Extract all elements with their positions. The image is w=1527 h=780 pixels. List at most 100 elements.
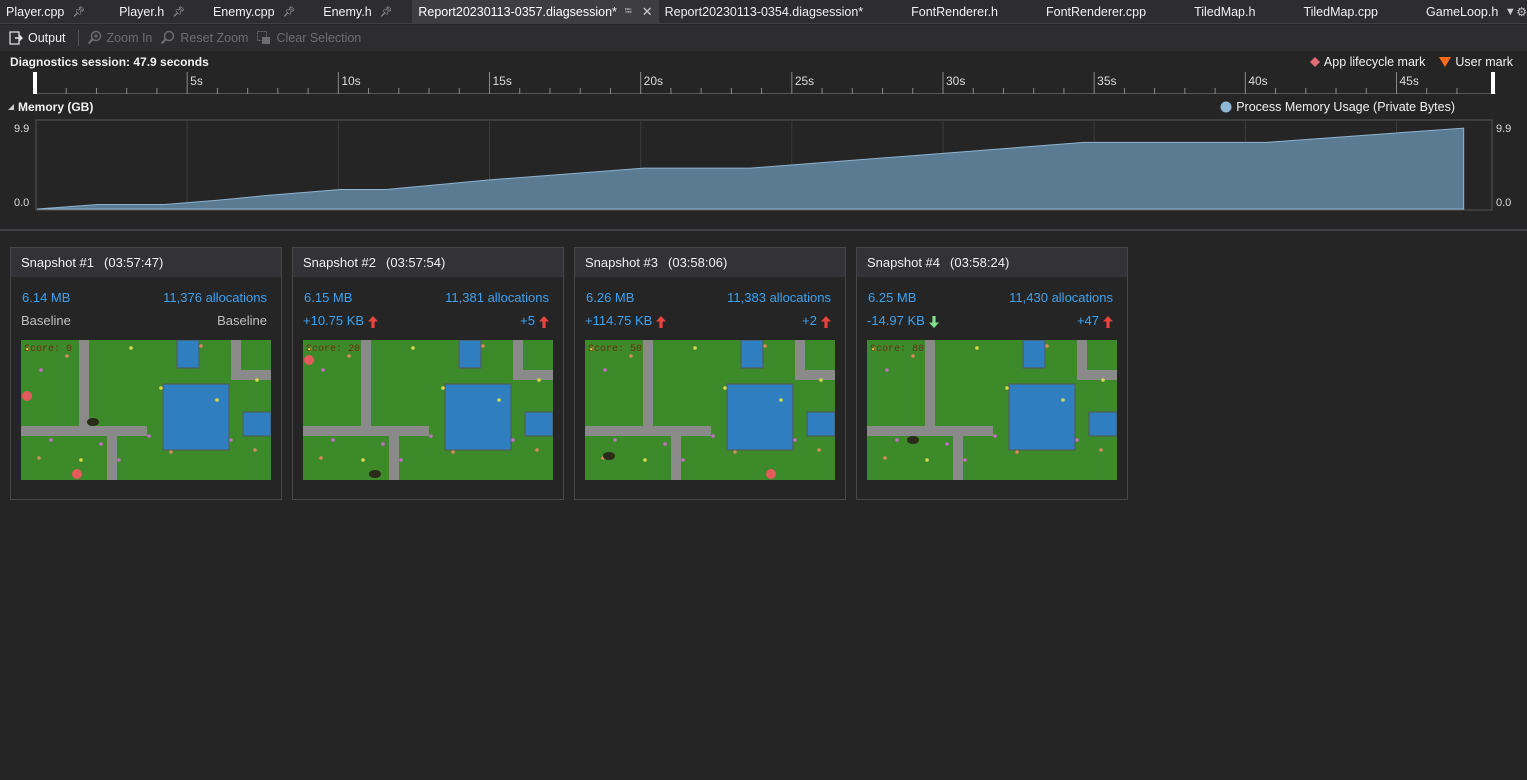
tab-report-0357[interactable]: Report20230113-0357.diagsession* ⭾ ✕ bbox=[412, 0, 659, 24]
tab-label: Report20230113-0357.diagsession* bbox=[418, 5, 617, 19]
heap-size-link[interactable]: 6.14 MB bbox=[21, 290, 70, 305]
ruler-start-handle[interactable] bbox=[33, 72, 37, 94]
size-delta[interactable]: -14.97 KB bbox=[867, 313, 939, 328]
pin-icon[interactable]: 📌︎ bbox=[172, 7, 185, 18]
flower-sprite bbox=[253, 448, 257, 452]
allocations-link[interactable]: 11,381 allocations bbox=[445, 290, 549, 305]
game-screenshot: Score: 80 bbox=[867, 340, 1117, 480]
user-mark-icon bbox=[1439, 57, 1452, 67]
flower-sprite bbox=[79, 458, 83, 462]
snapshot-thumbnail[interactable]: Score: 50 bbox=[585, 340, 835, 480]
alloc-delta-label: +2 bbox=[802, 313, 817, 328]
snapshot-header: Snapshot #2 (03:57:54) bbox=[293, 248, 563, 277]
snapshot-card[interactable]: Snapshot #2 (03:57:54) 6.15 MB 11,381 al… bbox=[292, 247, 564, 500]
tab-fontrenderer-h[interactable]: FontRenderer.h bbox=[905, 0, 1004, 24]
tab-fontrenderer-cpp[interactable]: FontRenderer.cpp bbox=[1040, 0, 1152, 24]
snapshot-totals: 6.15 MB 11,381 allocations bbox=[303, 290, 549, 305]
flower-sprite bbox=[199, 344, 203, 348]
ruler-tick-label: 40s bbox=[1248, 74, 1267, 88]
heap-size-link[interactable]: 6.25 MB bbox=[867, 290, 916, 305]
snapshot-title: Snapshot #3 bbox=[585, 255, 659, 270]
flower-sprite bbox=[819, 378, 823, 382]
tab-gameloop-h[interactable]: GameLoop.h bbox=[1420, 0, 1504, 24]
alloc-delta-up-arrow-icon bbox=[821, 315, 831, 328]
ruler-tick-label: 25s bbox=[795, 74, 814, 88]
snapshot-card[interactable]: Snapshot #1 (03:57:47) 6.14 MB 11,376 al… bbox=[10, 247, 282, 500]
memory-chart[interactable]: 9.9 0.0 9.9 0.0 bbox=[0, 118, 1527, 214]
ruler-end-handle[interactable] bbox=[1491, 72, 1495, 94]
alloc-delta[interactable]: +47 bbox=[1077, 313, 1113, 328]
tab-tiledmap-cpp[interactable]: TiledMap.cpp bbox=[1297, 0, 1384, 24]
toolbar-divider bbox=[77, 30, 79, 46]
flower-sprite bbox=[147, 434, 151, 438]
time-ruler[interactable]: 5s 10s 15s 20s 25s 30s 35s 40s 45s bbox=[33, 72, 1496, 94]
output-button[interactable]: Output bbox=[6, 27, 72, 49]
flower-sprite bbox=[895, 438, 899, 442]
snapshot-totals: 6.14 MB 11,376 allocations bbox=[21, 290, 267, 305]
reset-zoom-button[interactable]: Reset Zoom bbox=[158, 27, 254, 49]
session-title: Diagnostics session: 47.9 seconds bbox=[10, 55, 209, 69]
memory-title: Memory (GB) bbox=[18, 100, 94, 114]
alloc-delta-label: +47 bbox=[1076, 313, 1099, 328]
enemy-sprite bbox=[304, 355, 314, 365]
size-delta-label: Baseline bbox=[21, 313, 71, 328]
allocations-link[interactable]: 11,376 allocations bbox=[163, 290, 267, 305]
game-screenshot: Score: 0 bbox=[21, 340, 271, 480]
pin-icon[interactable]: 📌︎ bbox=[283, 7, 296, 18]
zoom-in-button[interactable]: Zoom In bbox=[85, 27, 159, 49]
tab-overflow-icon[interactable]: ▼ bbox=[1504, 0, 1516, 23]
snapshot-thumbnail[interactable]: Score: 20 bbox=[303, 340, 553, 480]
flower-sprite bbox=[793, 438, 797, 442]
heap-size-link[interactable]: 6.26 MB bbox=[585, 290, 634, 305]
flower-sprite bbox=[331, 438, 335, 442]
flower-sprite bbox=[925, 458, 929, 462]
y-max-label-right: 9.9 bbox=[1496, 123, 1511, 135]
tab-player-h[interactable]: Player.h 📌︎ bbox=[113, 0, 191, 24]
pin-icon[interactable]: 📌︎ bbox=[380, 7, 393, 18]
size-delta[interactable]: +10.75 KB bbox=[303, 313, 379, 328]
flower-sprite bbox=[975, 346, 979, 350]
tab-tiledmap-h[interactable]: TiledMap.h bbox=[1188, 0, 1261, 24]
size-delta[interactable]: +114.75 KB bbox=[585, 313, 667, 328]
alloc-delta[interactable]: +2 bbox=[802, 313, 831, 328]
gear-icon[interactable]: ⚙ bbox=[1516, 0, 1527, 23]
close-icon[interactable]: ✕ bbox=[642, 4, 653, 20]
tab-report-0354[interactable]: Report20230113-0354.diagsession* bbox=[659, 0, 870, 24]
snapshot-title: Snapshot #2 bbox=[303, 255, 377, 270]
flower-sprite bbox=[441, 386, 445, 390]
flower-sprite bbox=[117, 458, 121, 462]
heap-size-link[interactable]: 6.15 MB bbox=[303, 290, 352, 305]
tab-label: TiledMap.cpp bbox=[1303, 5, 1379, 19]
clear-selection-button[interactable]: Clear Selection bbox=[254, 27, 367, 49]
snapshot-thumbnail[interactable]: Score: 0 bbox=[21, 340, 271, 480]
tab-label: Player.cpp bbox=[6, 5, 65, 19]
flower-sprite bbox=[169, 450, 173, 454]
snapshot-totals: 6.25 MB 11,430 allocations bbox=[867, 290, 1113, 305]
snapshot-card[interactable]: Snapshot #4 (03:58:24) 6.25 MB 11,430 al… bbox=[856, 247, 1128, 500]
pin-icon[interactable]: 📌︎ bbox=[72, 7, 85, 18]
tab-player-cpp[interactable]: Player.cpp 📌︎ bbox=[0, 0, 91, 24]
flower-sprite bbox=[945, 442, 949, 446]
lifecycle-legend-label: App lifecycle mark bbox=[1323, 55, 1426, 69]
memory-section-header[interactable]: Memory (GB) bbox=[6, 100, 93, 114]
flower-sprite bbox=[1045, 344, 1049, 348]
flower-sprite bbox=[779, 398, 783, 402]
pin-icon[interactable]: ⭾ bbox=[625, 4, 632, 20]
flower-sprite bbox=[1005, 386, 1009, 390]
tab-enemy-h[interactable]: Enemy.h 📌︎ bbox=[317, 0, 398, 24]
enemy-sprite bbox=[22, 391, 32, 401]
snapshot-time: (03:58:24) bbox=[950, 255, 1010, 270]
collapse-triangle-icon[interactable] bbox=[6, 102, 16, 112]
snapshot-thumbnail[interactable]: Score: 80 bbox=[867, 340, 1117, 480]
size-delta-label: -14.97 KB bbox=[867, 313, 925, 328]
flower-sprite bbox=[537, 378, 541, 382]
allocations-link[interactable]: 11,430 allocations bbox=[1009, 290, 1113, 305]
clear-selection-icon bbox=[256, 30, 272, 46]
allocations-link[interactable]: 11,383 allocations bbox=[727, 290, 831, 305]
player-sprite bbox=[87, 418, 99, 426]
alloc-delta[interactable]: +5 bbox=[520, 313, 549, 328]
ruler-tick-label: 20s bbox=[644, 74, 663, 88]
flower-sprite bbox=[215, 398, 219, 402]
snapshot-card[interactable]: Snapshot #3 (03:58:06) 6.26 MB 11,383 al… bbox=[574, 247, 846, 500]
tab-enemy-cpp[interactable]: Enemy.cpp 📌︎ bbox=[207, 0, 301, 24]
